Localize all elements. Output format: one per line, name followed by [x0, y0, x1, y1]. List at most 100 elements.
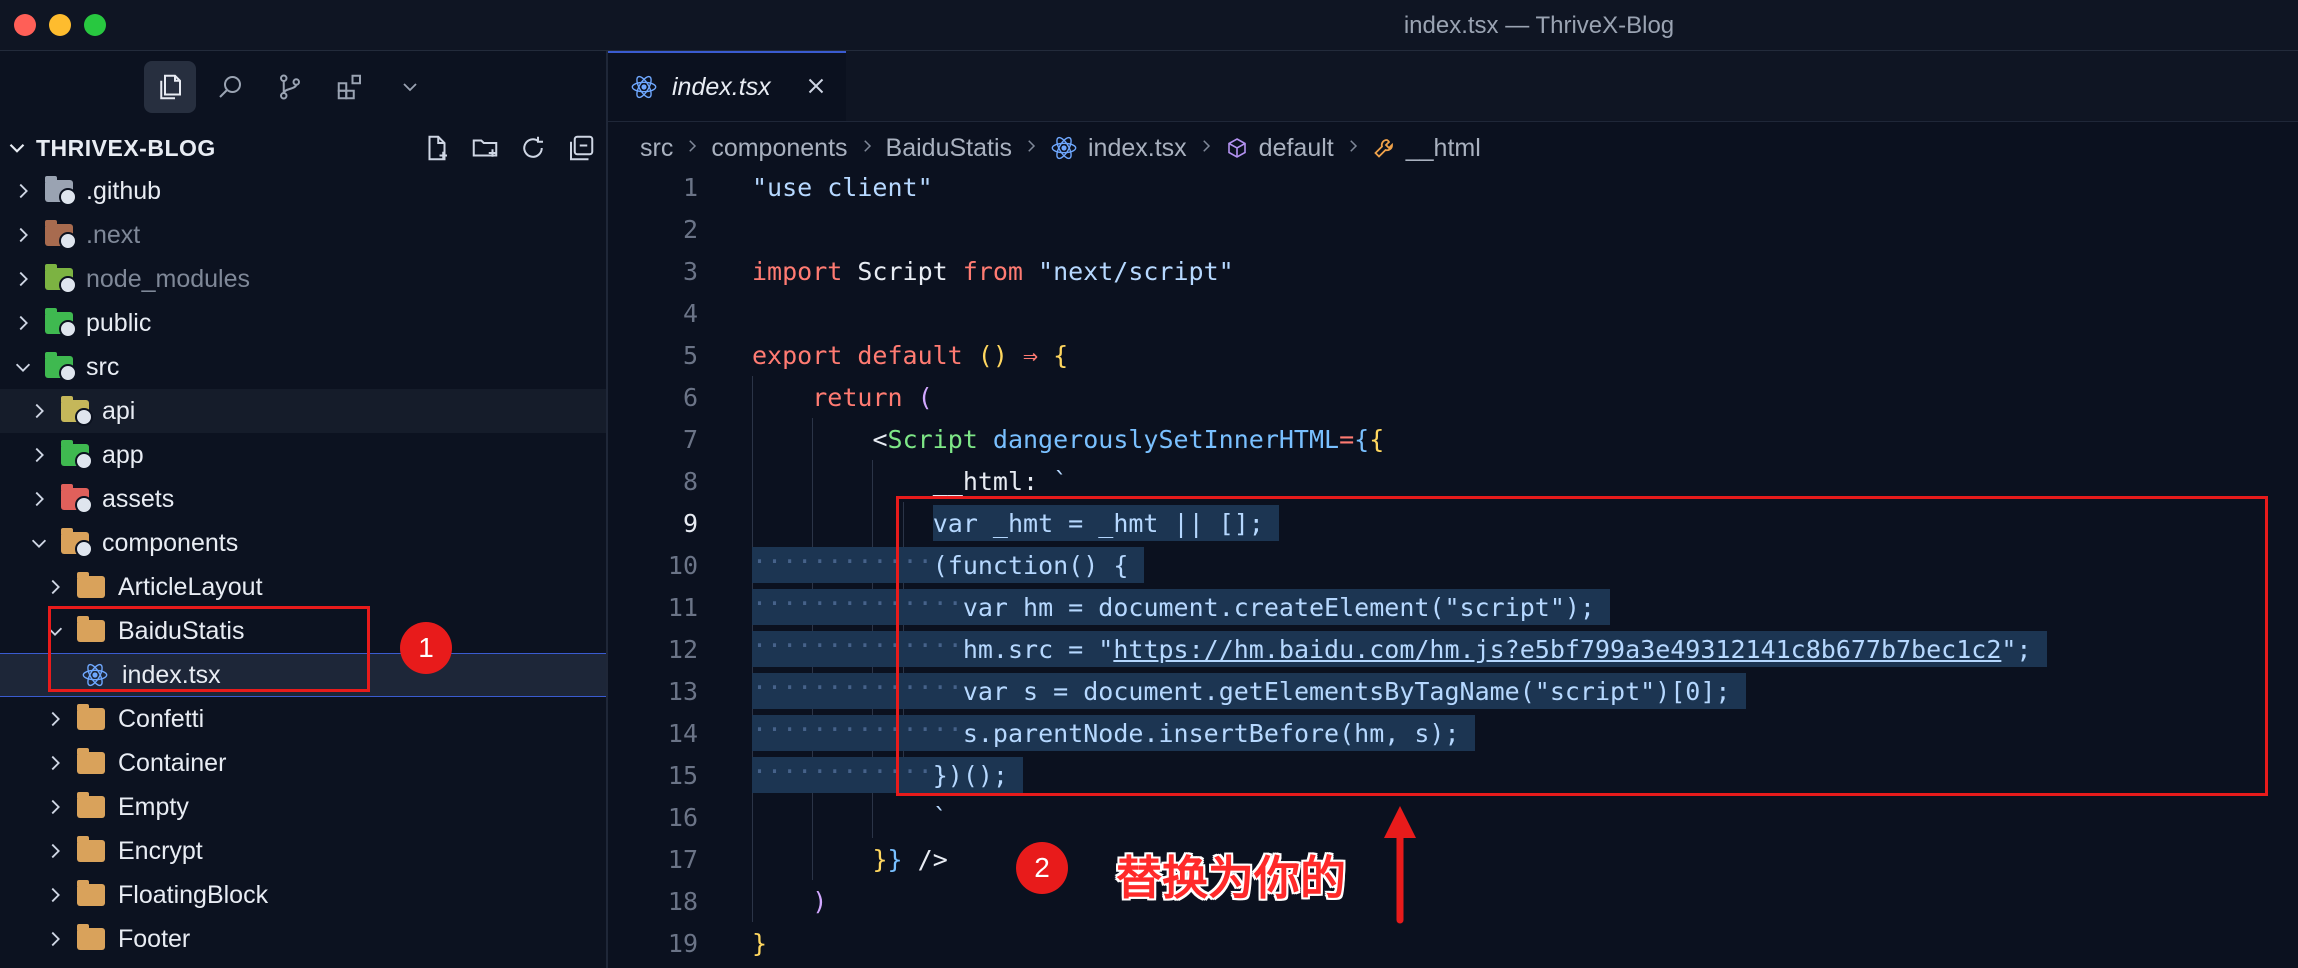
close-tab-button[interactable]: [802, 73, 830, 101]
breadcrumb-item[interactable]: components: [711, 134, 847, 163]
tree-folder-item[interactable]: components: [0, 521, 606, 565]
tree-folder-item[interactable]: Container: [0, 741, 606, 785]
line-number: 9: [682, 508, 698, 538]
tree-folder-item[interactable]: app: [0, 433, 606, 477]
line-number: 5: [682, 340, 698, 370]
tree-folder-item[interactable]: node_modules: [0, 257, 606, 301]
indent-guide: [752, 880, 753, 922]
extensions-icon: [337, 74, 361, 100]
code-line[interactable]: 1 "use client": [608, 166, 2298, 208]
indent-guide: [812, 796, 814, 838]
code-text: "use client": [752, 173, 933, 202]
new-folder-button[interactable]: [468, 131, 502, 165]
tree-item-label: Empty: [118, 792, 189, 821]
line-number: 14: [667, 718, 698, 748]
tree-item-label: Container: [118, 748, 227, 777]
code-token: ): [812, 886, 828, 916]
code-token: from: [962, 256, 1023, 286]
next-folder-icon: [44, 220, 77, 250]
breadcrumb-item[interactable]: default: [1259, 134, 1334, 163]
tree-folder-item[interactable]: FloatingBlock: [0, 873, 606, 917]
collapse-folders-button[interactable]: [564, 131, 598, 165]
chevron-down-icon: [9, 143, 25, 153]
chevron-right-icon: [42, 882, 68, 908]
code-line[interactable]: 19}: [608, 922, 2298, 964]
line-number: 12: [667, 634, 698, 664]
folder-icon: [76, 748, 106, 776]
indent-guide: [872, 502, 874, 544]
breadcrumb-item[interactable]: BaiduStatis: [886, 134, 1012, 163]
code-line[interactable]: 3 import Script from "next/script": [608, 250, 2298, 292]
new-file-button[interactable]: [420, 131, 454, 165]
tree-folder-item[interactable]: src: [0, 345, 606, 389]
title-bar: index.tsx — ThriveX-Blog: [0, 0, 2298, 51]
code-token: {: [1354, 424, 1370, 454]
tree-item-label: Encrypt: [118, 836, 203, 865]
search-icon: [219, 76, 241, 98]
code-line[interactable]: 2: [608, 208, 2298, 250]
breadcrumb-item[interactable]: __html: [1406, 134, 1481, 163]
folder-icon: [76, 572, 106, 600]
tree-item-label: components: [102, 528, 239, 557]
code-line[interactable]: 16 `: [608, 796, 2298, 838]
node-folder-icon: [44, 264, 77, 294]
source-control-button[interactable]: [264, 61, 316, 113]
code-line[interactable]: 6 return (: [608, 376, 2298, 418]
code-line[interactable]: 17}} />: [608, 838, 2298, 880]
chevron-right-icon: [1344, 135, 1362, 161]
chevron-right-icon: [683, 135, 701, 161]
refresh-explorer-button[interactable]: [516, 131, 550, 165]
tree-item-label: node_modules: [86, 264, 251, 293]
tree-folder-item[interactable]: public: [0, 301, 606, 345]
tree-folder-item[interactable]: assets: [0, 477, 606, 521]
code-token: <: [872, 424, 888, 454]
code-line[interactable]: 4: [608, 292, 2298, 334]
chevron-down-icon: [10, 354, 36, 380]
tree-folder-item[interactable]: ArticleLayout: [0, 565, 606, 609]
react-icon: [1050, 134, 1078, 162]
code-line[interactable]: 7 <Script dangerouslySetInnerHTML={{: [608, 418, 2298, 460]
breadcrumb-item[interactable]: src: [640, 134, 673, 163]
code-text: export default () ⇒ {: [752, 341, 1068, 370]
code-text: return (: [812, 383, 932, 412]
line-number: 3: [682, 256, 698, 286]
code-line[interactable]: 5 export default () ⇒ {: [608, 334, 2298, 376]
explorer-button[interactable]: [144, 61, 196, 113]
chevron-right-icon: [42, 838, 68, 864]
breadcrumb-item[interactable]: index.tsx: [1088, 134, 1187, 163]
code-token: default: [857, 340, 963, 370]
tree-folder-item[interactable]: .next: [0, 213, 606, 257]
cube-icon: [1225, 136, 1249, 160]
search-button[interactable]: [204, 61, 256, 113]
tree-folder-item[interactable]: Footer: [0, 917, 606, 961]
code-token: return: [812, 382, 903, 412]
tree-folder-item[interactable]: Encrypt: [0, 829, 606, 873]
indent-guide: [752, 376, 753, 418]
explorer-title: THRIVEX-BLOG: [36, 134, 216, 161]
tree-item-label: assets: [102, 484, 175, 513]
line-number: 15: [667, 760, 698, 790]
chevron-right-icon: [26, 398, 52, 424]
assets-folder-icon: [60, 484, 93, 514]
line-number: 11: [667, 592, 698, 622]
code-text: }} />: [872, 845, 947, 874]
tree-folder-item[interactable]: api: [0, 389, 606, 433]
line-number: 6: [682, 382, 698, 412]
code-text: <Script dangerouslySetInnerHTML={{: [872, 425, 1384, 454]
more-views-button[interactable]: [384, 61, 436, 113]
extensions-button[interactable]: [324, 61, 376, 113]
code-line[interactable]: 18): [608, 880, 2298, 922]
tree-folder-item[interactable]: Confetti: [0, 697, 606, 741]
folder-icon: [76, 704, 106, 732]
code-token: {: [1053, 340, 1069, 370]
chevron-down-icon: [403, 83, 417, 92]
tab-index-tsx[interactable]: index.tsx: [608, 51, 846, 121]
explorer-header[interactable]: THRIVEX-BLOG: [0, 127, 606, 169]
tree-folder-item[interactable]: .github: [0, 169, 606, 213]
tree-folder-item[interactable]: Empty: [0, 785, 606, 829]
